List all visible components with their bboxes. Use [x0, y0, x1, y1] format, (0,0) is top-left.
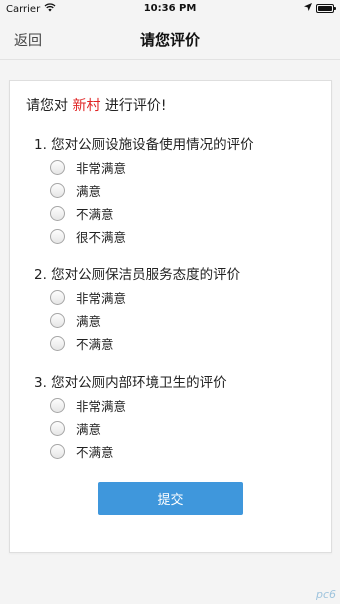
- option-radio[interactable]: 满意: [50, 418, 101, 438]
- radio-button-icon[interactable]: [50, 205, 65, 221]
- option-label: 非常满意: [76, 160, 127, 176]
- battery-icon: [316, 4, 336, 13]
- survey-card: 请您对 新村 进行评价! 1. 您对公厕设施设备使用情况的评价 非常满意 满意 …: [9, 80, 332, 553]
- option-radio[interactable]: 不满意: [50, 203, 114, 223]
- submit-button[interactable]: 提交: [98, 482, 243, 515]
- page-title: 请您评价: [139, 31, 200, 49]
- intro-suffix: 进行评价!: [104, 98, 167, 114]
- intro-location-name: 新村: [72, 98, 101, 114]
- option-label: 满意: [76, 183, 102, 199]
- option-label: 非常满意: [76, 290, 127, 306]
- option-radio[interactable]: 满意: [50, 310, 101, 330]
- radio-button-icon[interactable]: [50, 228, 65, 244]
- battery-fill: [318, 6, 332, 11]
- option-radio[interactable]: 很不满意: [50, 226, 126, 246]
- status-bar: Carrier 10:36 PM: [0, 0, 340, 18]
- option-radio[interactable]: 非常满意: [50, 395, 126, 415]
- option-label: 不满意: [76, 206, 114, 222]
- option-label: 不满意: [76, 444, 114, 460]
- radio-button-icon[interactable]: [50, 443, 65, 459]
- radio-button-icon[interactable]: [50, 397, 65, 413]
- question-title: 2. 您对公厕保洁员服务态度的评价: [34, 267, 241, 283]
- option-radio[interactable]: 不满意: [50, 441, 114, 461]
- question-title: 3. 您对公厕内部环境卫生的评价: [34, 375, 227, 391]
- status-right: [304, 3, 336, 14]
- radio-button-icon[interactable]: [50, 159, 65, 175]
- option-label: 满意: [76, 421, 102, 437]
- question-title: 1. 您对公厕设施设备使用情况的评价: [34, 137, 254, 153]
- radio-button-icon[interactable]: [50, 335, 65, 351]
- option-radio[interactable]: 不满意: [50, 333, 114, 353]
- option-label: 非常满意: [76, 398, 127, 414]
- radio-button-icon[interactable]: [50, 312, 65, 328]
- option-label: 满意: [76, 313, 102, 329]
- location-arrow-icon: [304, 3, 312, 14]
- option-radio[interactable]: 满意: [50, 180, 101, 200]
- status-time: 10:36 PM: [143, 3, 197, 14]
- option-label: 不满意: [76, 336, 114, 352]
- survey-intro: 请您对 新村 进行评价!: [26, 95, 167, 115]
- watermark-logo: pc6: [315, 588, 336, 601]
- option-label: 很不满意: [76, 229, 127, 245]
- radio-button-icon[interactable]: [50, 182, 65, 198]
- option-radio[interactable]: 非常满意: [50, 287, 126, 307]
- radio-button-icon[interactable]: [50, 420, 65, 436]
- navigation-bar: 返回 请您评价: [0, 18, 340, 60]
- option-radio[interactable]: 非常满意: [50, 157, 126, 177]
- intro-prefix: 请您对: [26, 98, 68, 114]
- radio-button-icon[interactable]: [50, 289, 65, 305]
